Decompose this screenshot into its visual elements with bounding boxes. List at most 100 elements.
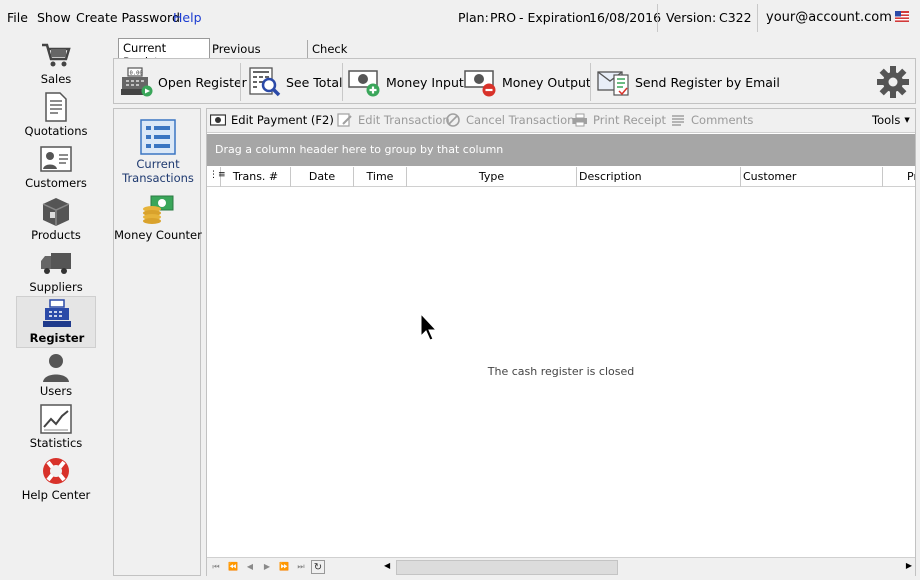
sidebar-item-suppliers[interactable]: Suppliers: [16, 246, 96, 296]
scrollbar-thumb[interactable]: [396, 560, 618, 575]
money-input-label: Money Input: [386, 74, 464, 90]
sidebar-item-label: Register: [29, 331, 85, 345]
sidebar-item-label: Suppliers: [29, 280, 83, 294]
sidebar: Sales Quotations Customers Products Supp…: [0, 36, 112, 580]
truck-icon: [41, 253, 71, 274]
chevron-down-icon: ▼: [904, 116, 910, 124]
group-by-area[interactable]: Drag a column header here to group by th…: [207, 134, 915, 166]
edit-payment-button[interactable]: Edit Payment (F2): [210, 113, 334, 127]
column-header-description[interactable]: Description: [577, 167, 741, 187]
money-counter-label: Money Counter: [114, 228, 202, 242]
grid-toolbar: Edit Payment (F2) Edit Transaction Cance…: [207, 109, 915, 133]
sidebar-item-label: Help Center: [21, 488, 91, 502]
mouse-cursor-icon: [420, 313, 438, 341]
user-icon: [43, 354, 69, 382]
see-total-label: See Total: [286, 74, 343, 90]
lifebuoy-icon: [43, 458, 69, 484]
sidebar-item-help-center[interactable]: Help Center: [16, 454, 96, 504]
scroll-right-icon[interactable]: ▶: [906, 561, 912, 570]
account-email[interactable]: your@account.com: [766, 10, 892, 25]
transactions-grid: Edit Payment (F2) Edit Transaction Cance…: [206, 108, 916, 576]
cancel-transaction-label: Cancel Transaction: [466, 113, 575, 127]
horizontal-scrollbar[interactable]: ◀ ▶: [382, 560, 914, 575]
expiration-label: - Expiration: [519, 10, 591, 25]
gear-icon[interactable]: [876, 65, 910, 99]
sidebar-item-label: Products: [31, 228, 81, 242]
sidebar-item-products[interactable]: Products: [16, 194, 96, 244]
separator: [657, 4, 658, 32]
comments-button[interactable]: Comments: [670, 113, 753, 127]
box-icon: [42, 198, 70, 226]
sidebar-item-label: Statistics: [29, 436, 83, 450]
tab-current-register[interactable]: Current Register: [118, 38, 210, 69]
expiration-value: 16/08/2016: [589, 10, 662, 25]
column-chooser-icon[interactable]: ⋮≡: [207, 167, 226, 187]
cash-register-icon: 0.00: [121, 67, 153, 97]
print-receipt-button[interactable]: Print Receipt: [572, 113, 666, 127]
email-document-icon: [597, 71, 629, 96]
money-input-button[interactable]: Money Input: [348, 65, 464, 99]
document-icon: [45, 92, 67, 122]
tools-dropdown[interactable]: Tools ▼: [872, 113, 910, 127]
comments-icon: [672, 115, 684, 126]
column-header-date[interactable]: Date: [291, 167, 354, 187]
separator: [590, 63, 591, 101]
sidebar-item-users[interactable]: Users: [16, 350, 96, 400]
edit-transaction-button[interactable]: Edit Transaction: [337, 113, 450, 127]
sidebar-item-label: Sales: [40, 72, 72, 86]
previous-page-icon[interactable]: ⏪: [226, 560, 240, 574]
see-total-button[interactable]: See Total: [248, 65, 342, 99]
grid-navigator: ⏮ ⏪ ◀ ▶ ⏩ ⏭ ↻ ◀ ▶: [207, 557, 915, 576]
money-icon: [210, 114, 226, 126]
menu-help[interactable]: Help: [173, 10, 202, 25]
cart-icon: [42, 43, 71, 67]
comments-label: Comments: [691, 113, 754, 127]
first-page-icon[interactable]: ⏮: [209, 560, 223, 574]
cancel-transaction-button[interactable]: Cancel Transaction: [445, 113, 574, 127]
separator: [240, 63, 241, 101]
tab-previous-registers[interactable]: Previous Registers: [208, 40, 269, 70]
next-record-icon[interactable]: ▶: [260, 560, 274, 574]
tab-check-payment-method[interactable]: Check Payment Method: [307, 40, 366, 84]
previous-record-icon[interactable]: ◀: [243, 560, 257, 574]
money-counter-button[interactable]: Money Counter: [114, 195, 202, 242]
menu-create-password[interactable]: Create Password: [76, 10, 180, 25]
coins-money-icon: [143, 195, 174, 224]
menu-show[interactable]: Show: [37, 10, 71, 25]
register-display: 0.00: [130, 71, 143, 77]
plan-label: Plan:: [458, 10, 489, 25]
line-chart-icon: [40, 404, 72, 434]
money-remove-icon: [464, 70, 496, 97]
us-flag-icon[interactable]: [895, 11, 909, 22]
cash-register-icon: [43, 299, 71, 327]
next-page-icon[interactable]: ⏩: [277, 560, 291, 574]
edit-payment-label: Edit Payment (F2): [231, 113, 334, 127]
send-register-email-button[interactable]: Send Register by Email: [597, 65, 780, 99]
contact-card-icon: [40, 146, 72, 172]
sidebar-item-customers[interactable]: Customers: [16, 142, 96, 192]
register-toolbar: 0.00 Open Register See Total Money Input: [113, 58, 916, 104]
sidebar-item-quotations[interactable]: Quotations: [16, 90, 96, 140]
list-icon: [140, 119, 176, 155]
money-output-button[interactable]: Money Output: [464, 65, 591, 99]
separator: [757, 4, 758, 32]
plan-value: PRO: [490, 10, 517, 25]
column-header-pr[interactable]: Pr: [883, 167, 915, 187]
current-transactions-label-1: Current: [136, 157, 180, 171]
open-register-button[interactable]: 0.00 Open Register: [120, 65, 247, 99]
version-label: Version:: [666, 10, 717, 25]
scroll-left-icon[interactable]: ◀: [384, 561, 390, 570]
column-header-type[interactable]: Type: [407, 167, 577, 187]
sidebar-item-register[interactable]: Register: [16, 296, 96, 348]
tools-label: Tools: [872, 113, 901, 127]
register-left-panel: Current Transactions Money Counter: [113, 108, 202, 576]
column-header-time[interactable]: Time: [354, 167, 407, 187]
refresh-icon[interactable]: ↻: [311, 560, 325, 574]
sidebar-item-sales[interactable]: Sales: [16, 38, 96, 88]
current-transactions-button[interactable]: Current Transactions: [114, 119, 202, 185]
sidebar-item-statistics[interactable]: Statistics: [16, 402, 96, 452]
column-header-trans-number[interactable]: Trans. #: [221, 167, 291, 187]
menu-file[interactable]: File: [7, 10, 28, 25]
last-page-icon[interactable]: ⏭: [294, 560, 308, 574]
column-header-customer[interactable]: Customer: [741, 167, 883, 187]
